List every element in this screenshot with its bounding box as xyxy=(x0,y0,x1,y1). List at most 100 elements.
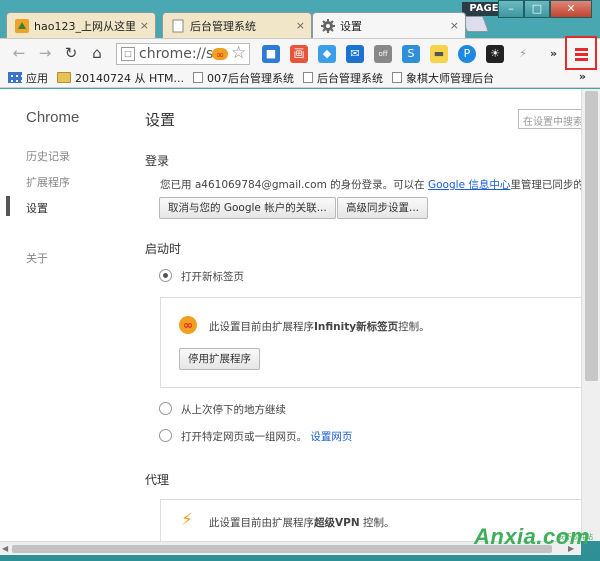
proxy-notice-text: 此设置目前由扩展程序超级VPN 控制。 xyxy=(209,515,394,530)
extension-notice-box: ∞ 此设置目前由扩展程序Infinity新标签页控制。 停用扩展程序 xyxy=(160,297,581,388)
extension-icon[interactable]: P xyxy=(458,45,476,63)
radio-continue[interactable] xyxy=(159,402,172,415)
extension-icon[interactable]: ✉ xyxy=(346,45,364,63)
option-new-tab-label: 打开新标签页 xyxy=(181,271,244,283)
extension-icon[interactable]: ▬ xyxy=(430,45,448,63)
startup-heading: 启动时 xyxy=(145,242,182,256)
address-bar[interactable]: □ chrome://s xyxy=(116,43,250,65)
scroll-left-arrow-icon[interactable]: ◀ xyxy=(2,544,8,553)
page-icon xyxy=(172,19,184,32)
option-pages-label: 打开特定网页或一组网页。 设置网页 xyxy=(181,429,352,444)
disconnect-account-button[interactable]: 取消与您的 Google 帐户的关联... xyxy=(159,197,336,219)
window-controls: – □ ✕ xyxy=(498,0,592,18)
minimize-button[interactable]: – xyxy=(498,0,524,18)
bookmark-label: 后台管理系统 xyxy=(316,71,383,85)
gear-icon xyxy=(321,18,335,33)
notice-prefix: 此设置目前由扩展程序 xyxy=(209,517,314,529)
forward-arrow-icon[interactable]: → xyxy=(36,44,54,62)
page-title: 设置 xyxy=(145,111,176,129)
bookmark-label: 象棋大师管理后台 xyxy=(405,71,494,85)
chrome-menu-button[interactable] xyxy=(565,36,597,70)
vertical-scrollbar[interactable] xyxy=(581,89,600,541)
extension-icon[interactable]: S xyxy=(402,45,420,63)
page-icon xyxy=(391,72,402,83)
tab-settings[interactable]: 设置 × xyxy=(312,12,466,38)
advanced-sync-button[interactable]: 高级同步设置... xyxy=(337,197,429,219)
bookmark-label: 007后台管理系统 xyxy=(206,71,294,85)
maximize-button[interactable]: □ xyxy=(524,0,550,18)
signin-text-before: 您已用 a461069784@gmail.com 的身份登录。可以在 xyxy=(160,179,428,191)
folder-icon xyxy=(57,72,71,83)
home-icon[interactable]: ⌂ xyxy=(88,44,106,62)
tab-close-icon[interactable]: × xyxy=(450,19,459,32)
more-bookmarks-chevron[interactable]: » xyxy=(579,70,586,83)
sidebar-active-marker xyxy=(6,196,10,216)
tab-close-icon[interactable]: × xyxy=(140,19,149,32)
reload-icon[interactable]: ↻ xyxy=(62,44,80,62)
bookmark-item[interactable]: 后台管理系统 xyxy=(302,70,383,86)
radio-new-tab[interactable] xyxy=(159,269,172,282)
address-url: chrome://s xyxy=(139,46,214,62)
option-pages-text: 打开特定网页或一组网页。 xyxy=(181,431,307,443)
set-pages-link[interactable]: 设置网页 xyxy=(310,431,352,443)
signin-text-after: 里管理已同步的数 xyxy=(510,179,581,191)
extension-icon[interactable]: 画 xyxy=(290,45,308,63)
extension-icon[interactable]: ■ xyxy=(262,45,280,63)
extension-notice-text: 此设置目前由扩展程序Infinity新标签页控制。 xyxy=(209,319,430,334)
hao123-icon xyxy=(15,18,29,33)
bookmark-label: 20140724 从 HTM... xyxy=(75,71,184,85)
bookmark-label: 应用 xyxy=(26,71,48,85)
tab-admin[interactable]: 后台管理系统 × xyxy=(162,12,312,38)
bookmark-folder[interactable]: 20140724 从 HTM... xyxy=(57,70,184,86)
settings-page: Chrome 历史记录 扩展程序 设置 关于 设置 在设置中搜索 登录 您已用 … xyxy=(0,89,581,541)
extension-icon[interactable]: ◆ xyxy=(318,45,336,63)
disable-extension-button[interactable]: 停用扩展程序 xyxy=(179,348,260,370)
bookmark-item[interactable]: 象棋大师管理后台 xyxy=(391,70,494,86)
back-arrow-icon[interactable]: ← xyxy=(10,44,28,62)
google-dashboard-link[interactable]: Google 信息中心 xyxy=(428,179,510,191)
more-extensions-chevron[interactable]: » xyxy=(550,47,557,60)
bookmark-item[interactable]: 007后台管理系统 xyxy=(192,70,294,86)
extension-icon[interactable]: ☀ xyxy=(486,45,504,63)
extension-icon[interactable]: ⚡ xyxy=(514,45,532,63)
sidebar-title: Chrome xyxy=(26,109,80,126)
notice-suffix: 控制。 xyxy=(398,321,430,333)
settings-search-input[interactable]: 在设置中搜索 xyxy=(518,109,581,129)
close-window-button[interactable]: ✕ xyxy=(550,0,592,18)
extension-icon[interactable]: off xyxy=(374,45,392,63)
tab-close-icon[interactable]: × xyxy=(296,19,305,32)
sidebar-item-history[interactable]: 历史记录 xyxy=(26,148,70,164)
tab-strip: hao123_上网从这里 × 后台管理系统 × 设置 × xyxy=(6,12,466,38)
tab-label: 后台管理系统 xyxy=(190,19,256,33)
toolbar: ← → ↻ ⌂ □ chrome://s ∞ ☆ ■ 画 ◆ ✉ off S ▬… xyxy=(0,38,600,68)
page-icon xyxy=(302,72,313,83)
sidebar-item-settings[interactable]: 设置 xyxy=(26,200,48,216)
tab-hao123[interactable]: hao123_上网从这里 × xyxy=(6,12,156,38)
infinity-extension-icon: ∞ xyxy=(179,316,197,334)
scrollbar-thumb[interactable] xyxy=(585,91,598,381)
scrollbar-thumb[interactable] xyxy=(12,545,552,553)
apps-grid-icon xyxy=(8,72,22,83)
lightning-icon: ⚡ xyxy=(181,510,193,530)
extension-name: 超级VPN xyxy=(314,517,360,529)
option-continue-label: 从上次停下的地方继续 xyxy=(181,404,286,416)
proxy-heading: 代理 xyxy=(145,473,170,487)
signin-text: 您已用 a461069784@gmail.com 的身份登录。可以在 Googl… xyxy=(160,177,581,192)
infinity-icon: ∞ xyxy=(212,48,228,60)
bookmark-apps[interactable]: 应用 xyxy=(8,70,48,86)
tab-label: 设置 xyxy=(340,19,362,33)
notice-prefix: 此设置目前由扩展程序 xyxy=(209,321,314,333)
page-icon xyxy=(192,72,203,83)
bookmarks-bar: 应用 20140724 从 HTM... 007后台管理系统 后台管理系统 象棋… xyxy=(0,68,600,88)
radio-specific-pages[interactable] xyxy=(159,429,172,442)
watermark-subtext: 安下软件站 xyxy=(558,533,593,541)
bookmark-star-icon[interactable]: ☆ xyxy=(231,43,246,63)
signin-heading: 登录 xyxy=(145,154,170,168)
tab-label: hao123_上网从这里 xyxy=(34,19,136,33)
page-icon: □ xyxy=(121,47,135,61)
sidebar-item-about[interactable]: 关于 xyxy=(26,250,48,266)
svg-text:∞: ∞ xyxy=(216,50,224,60)
notice-suffix: 控制。 xyxy=(359,517,395,529)
sidebar-item-extensions[interactable]: 扩展程序 xyxy=(26,174,70,190)
extension-name: Infinity新标签页 xyxy=(314,321,399,333)
